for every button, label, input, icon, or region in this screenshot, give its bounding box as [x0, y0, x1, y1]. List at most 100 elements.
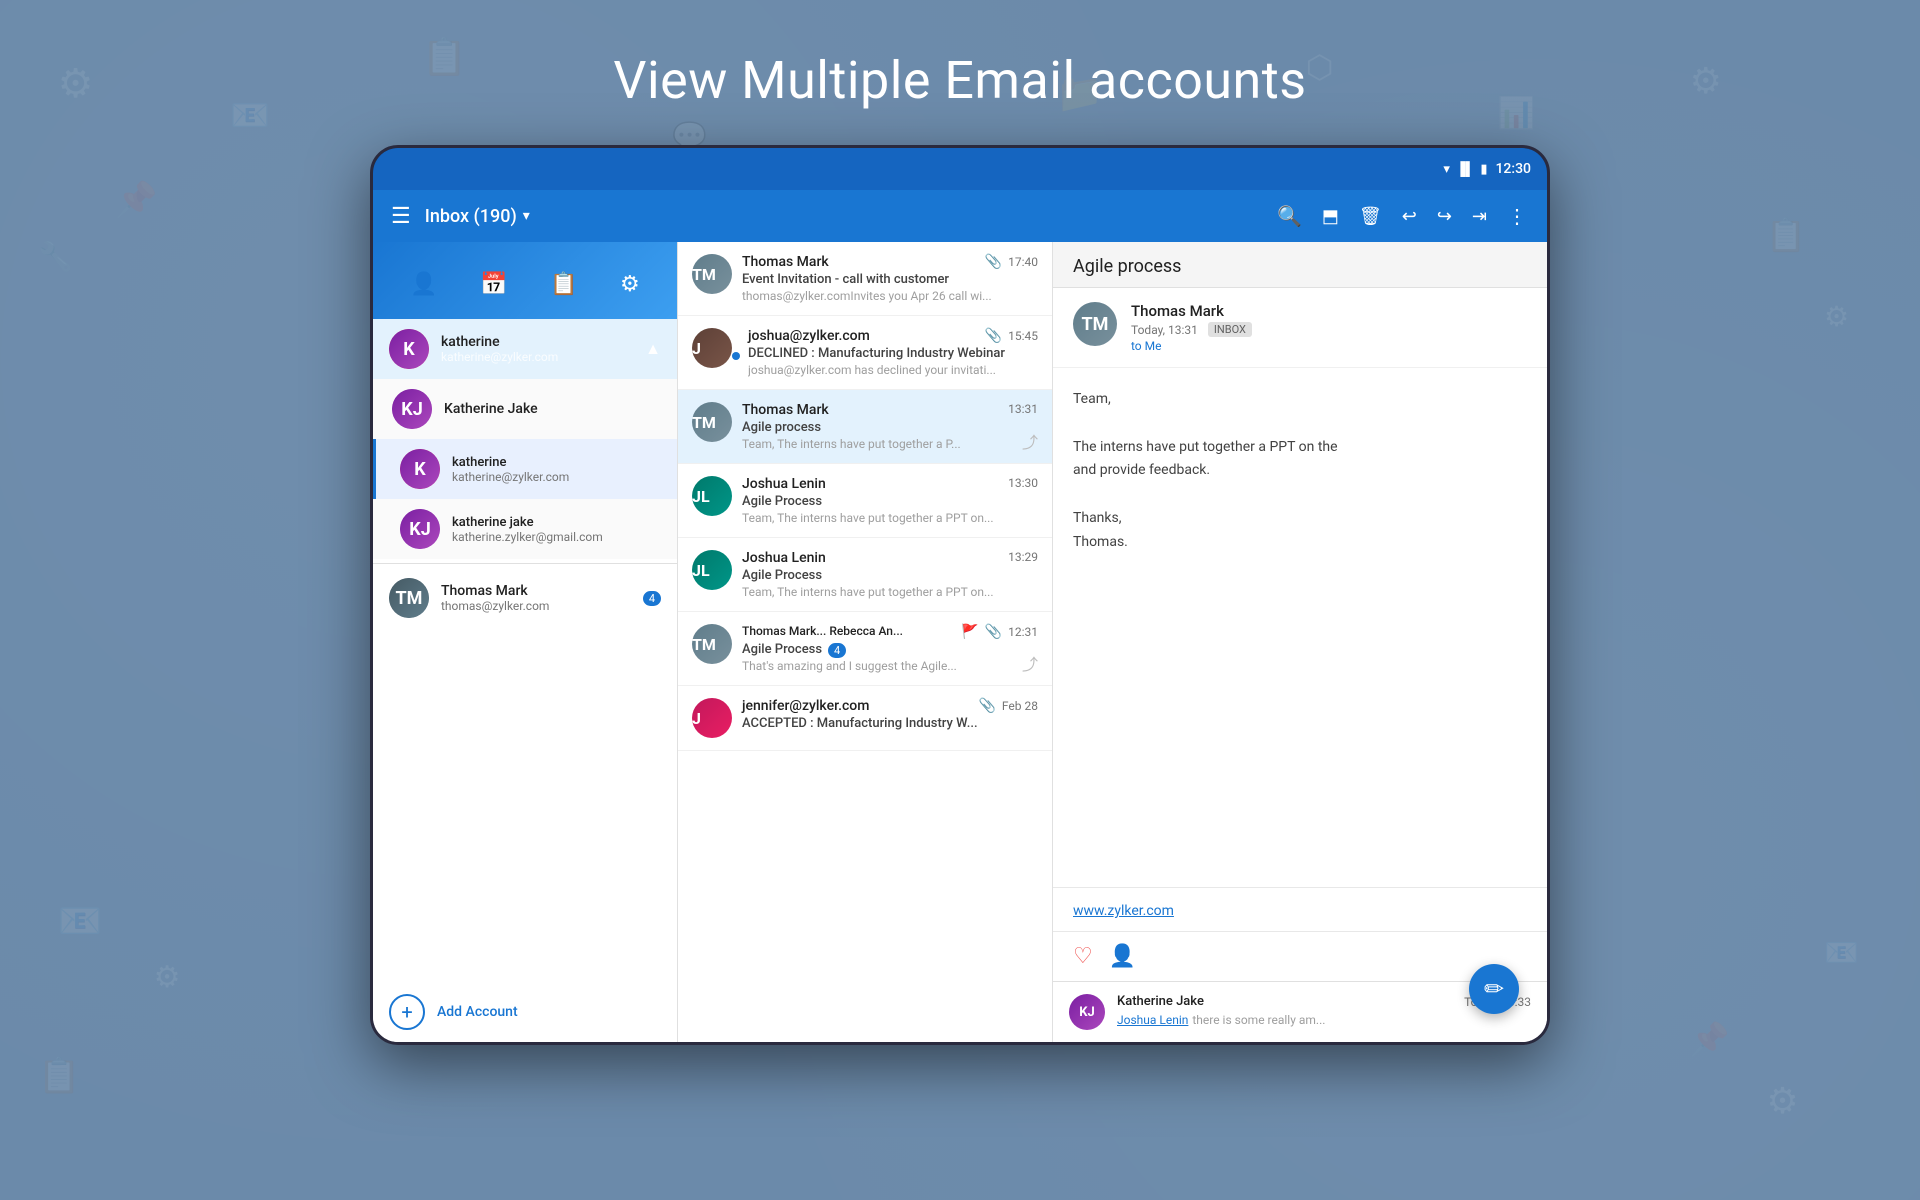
battery-icon: ▮	[1480, 162, 1487, 177]
toolbar: ☰ Inbox (190) ▾ 🔍 ⬒ 🗑 ↩ ↪ ⇥ ⋮	[373, 190, 1547, 242]
add-person-action-icon[interactable]: 👤	[1109, 944, 1136, 969]
reply-all-button[interactable]: ↪	[1429, 200, 1460, 233]
avatar-thomas: TM	[389, 578, 429, 618]
email-preview-2: joshua@zylker.com has declined your invi…	[748, 363, 1038, 377]
email-sender-5: Joshua Lenin	[742, 550, 826, 566]
add-account-row[interactable]: + Add Account	[373, 982, 677, 1042]
avatar-email-6: TM	[692, 624, 732, 664]
more-button[interactable]: ⋮	[1499, 198, 1535, 234]
sub-account-name-katherine-jake: Katherine Jake	[444, 401, 661, 417]
menu-icon[interactable]: ☰	[385, 198, 417, 235]
account-name-thomas: Thomas Mark	[441, 583, 631, 599]
reply-avatar: KJ	[1069, 994, 1105, 1030]
avatar-email-7: J	[692, 698, 732, 738]
email-preview-6: That's amazing and I suggest the Agile..…	[742, 659, 1038, 673]
main-layout: 👤 📅 📋 ⚙ K katherine katherine@zylker.com	[373, 242, 1547, 1042]
email-time-5: 13:29	[1008, 550, 1038, 564]
avatar-katherine-jake: KJ	[392, 389, 432, 429]
email-header-7: jennifer@zylker.com 📎 Feb 28	[742, 698, 1038, 714]
detail-to: to Me	[1131, 339, 1527, 353]
account-info-katherine: katherine katherine@zylker.com	[441, 334, 633, 364]
detail-link[interactable]: www.zylker.com	[1073, 903, 1174, 919]
email-item-4[interactable]: JL Joshua Lenin 13:30 Agile Process Team…	[678, 464, 1052, 538]
email-item-7[interactable]: J jennifer@zylker.com 📎 Feb 28 ACCEPTED …	[678, 686, 1052, 751]
sub-account-katherine-jake-2[interactable]: KJ katherine jake katherine.zylker@gmail…	[373, 499, 677, 559]
email-item-6[interactable]: TM Thomas Mark... Rebecca An... 🚩 📎 12:3…	[678, 612, 1052, 686]
sub-account-katherine-jake[interactable]: KJ Katherine Jake	[373, 379, 677, 439]
reply-link[interactable]: Joshua Lenin	[1117, 1013, 1188, 1027]
email-time-7: Feb 28	[1002, 699, 1038, 713]
email-preview-4: Team, The interns have put together a PP…	[742, 511, 1038, 525]
email-preview-5: Team, The interns have put together a PP…	[742, 585, 1038, 599]
account-info-katherine-jake: Katherine Jake	[444, 401, 661, 417]
calendar-nav-icon[interactable]: 📅	[474, 266, 513, 303]
sidebar: 👤 📅 📋 ⚙ K katherine katherine@zylker.com	[373, 242, 678, 1042]
forward-button[interactable]: ⇥	[1464, 200, 1495, 233]
email-header-1: Thomas Mark 📎 17:40	[742, 254, 1038, 270]
avatar-email-5: JL	[692, 550, 732, 590]
settings-nav-icon[interactable]: ⚙	[614, 266, 646, 303]
detail-subject: Agile process	[1053, 242, 1547, 288]
reply-info: Katherine Jake Today, 13:33 Joshua Lenin…	[1117, 994, 1531, 1028]
email-item-1[interactable]: TM Thomas Mark 📎 17:40 Event Invitation …	[678, 242, 1052, 316]
email-sender-1: Thomas Mark	[742, 254, 829, 270]
detail-sender-info: Thomas Mark Today, 13:31 INBOX to Me	[1131, 302, 1527, 353]
attachment-icon-1: 📎	[985, 254, 1002, 270]
avatar-sub-katherine: K	[400, 449, 440, 489]
dropdown-icon[interactable]: ▾	[523, 208, 530, 224]
unread-dot-2	[732, 352, 740, 360]
expand-icon-katherine[interactable]: ▲	[645, 339, 661, 359]
body-line-3: and provide feedback.	[1073, 459, 1527, 483]
email-content-3: Thomas Mark 13:31 Agile process Team, Th…	[742, 402, 1038, 451]
email-subject-6: Agile Process	[742, 642, 822, 657]
compose-fab-icon: ✏	[1484, 975, 1504, 1003]
sub-account-katherine[interactable]: K katherine katherine@zylker.com	[373, 439, 677, 499]
avatar-email-4: JL	[692, 476, 732, 516]
sub-account-name-1: katherine	[452, 455, 661, 470]
toolbar-actions: 🔍 ⬒ 🗑 ↩ ↪ ⇥ ⋮	[1269, 198, 1535, 234]
add-account-label: Add Account	[437, 1004, 518, 1020]
archive-button[interactable]: ⬒	[1314, 200, 1347, 233]
signal-icon: ▐▌	[1456, 161, 1474, 177]
sidebar-nav-icons: 👤 📅 📋 ⚙	[373, 258, 677, 319]
add-account-icon: +	[389, 994, 425, 1030]
account-item-thomas[interactable]: TM Thomas Mark thomas@zylker.com 4	[373, 568, 677, 628]
like-action-icon[interactable]: ♡	[1073, 944, 1093, 969]
status-bar: ▾ ▐▌ ▮ 12:30	[373, 148, 1547, 190]
detail-sender-avatar: TM	[1073, 302, 1117, 346]
email-time-6: 12:31	[1008, 625, 1038, 639]
attachment-icon-7: 📎	[978, 698, 995, 714]
email-content-4: Joshua Lenin 13:30 Agile Process Team, T…	[742, 476, 1038, 525]
attachment-icon-2: 📎	[985, 328, 1002, 344]
flag-icon-6: 🚩	[961, 624, 978, 640]
reply-button[interactable]: ↩	[1394, 200, 1425, 233]
detail-sender-meta: Today, 13:31 INBOX	[1131, 322, 1527, 337]
account-item-katherine[interactable]: K katherine katherine@zylker.com ▲	[373, 319, 677, 379]
email-time-3: 13:31	[1008, 402, 1038, 416]
body-line-4: Thanks,	[1073, 507, 1527, 531]
avatar-sub-katherine-jake: KJ	[400, 509, 440, 549]
share-icon-6: ⤴	[1022, 651, 1038, 675]
delete-button[interactable]: 🗑	[1351, 200, 1390, 233]
detail-body: Team, The interns have put together a PP…	[1053, 368, 1547, 887]
compose-fab-button[interactable]: ✏	[1469, 964, 1519, 1014]
email-subject-4: Agile Process	[742, 494, 1038, 509]
avatar-katherine: K	[389, 329, 429, 369]
sub-accounts: KJ Katherine Jake K katherine ka	[373, 379, 677, 559]
email-item-5[interactable]: JL Joshua Lenin 13:29 Agile Process Team…	[678, 538, 1052, 612]
sub-account-name-2: katherine jake	[452, 515, 661, 530]
toolbar-title: Inbox (190) ▾	[425, 206, 1261, 227]
account-email-thomas: thomas@zylker.com	[441, 599, 631, 613]
email-item-3[interactable]: TM Thomas Mark 13:31 Agile process Team,…	[678, 390, 1052, 464]
email-item-2[interactable]: J joshua@zylker.com 📎 15:45 DECLINED : M…	[678, 316, 1052, 390]
notes-nav-icon[interactable]: 📋	[544, 266, 583, 303]
email-sender-3: Thomas Mark	[742, 402, 829, 418]
status-time: 12:30	[1495, 161, 1531, 177]
avatar-email-2: J	[692, 328, 732, 368]
search-button[interactable]: 🔍	[1269, 198, 1310, 234]
contacts-nav-icon[interactable]: 👤	[404, 266, 443, 303]
email-content-7: jennifer@zylker.com 📎 Feb 28 ACCEPTED : …	[742, 698, 1038, 738]
email-sender-6: Thomas Mark... Rebecca An...	[742, 624, 903, 638]
email-subject-2: DECLINED : Manufacturing Industry Webina…	[748, 346, 1038, 361]
sub-account-info-katherine-jake: katherine jake katherine.zylker@gmail.co…	[452, 515, 661, 544]
